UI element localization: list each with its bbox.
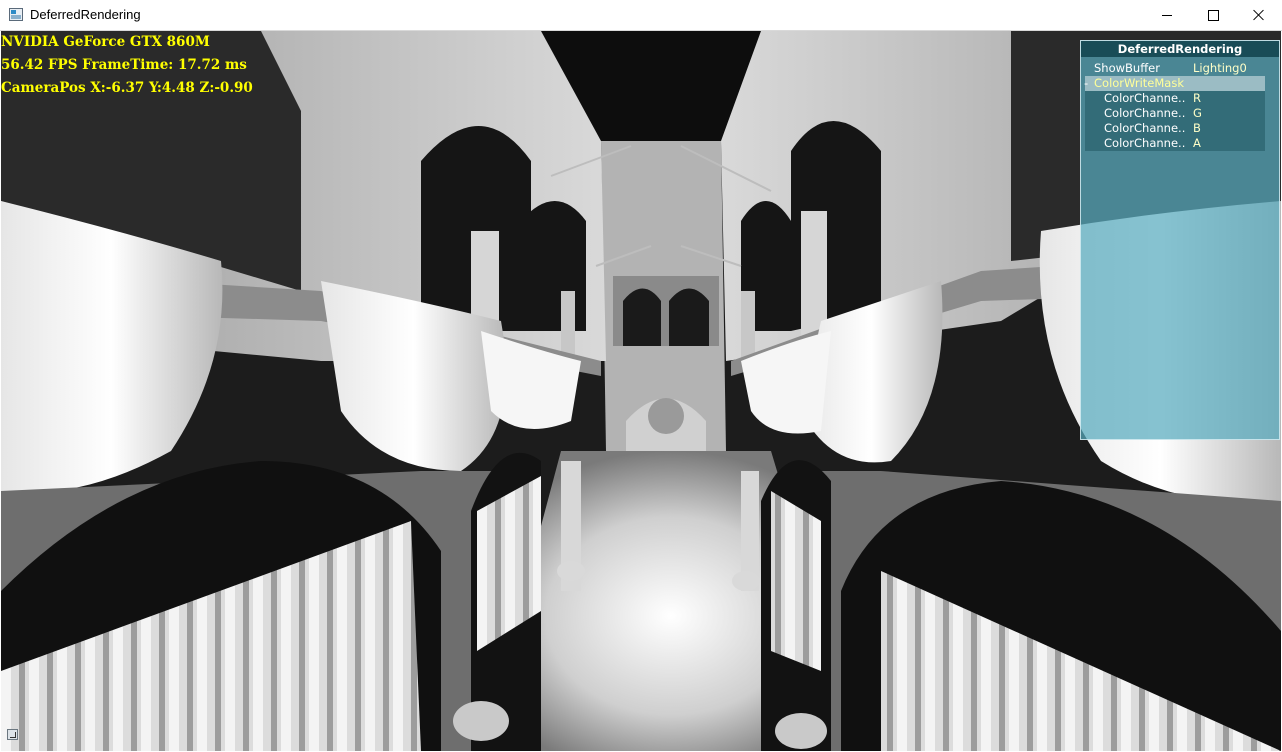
- title-bar: DeferredRendering: [0, 0, 1282, 31]
- show-buffer-label: ShowBuffer: [1094, 61, 1160, 75]
- tweak-bar-title[interactable]: DeferredRendering: [1081, 41, 1279, 57]
- color-channel-label: ColorChanne..: [1104, 91, 1186, 105]
- maximize-button[interactable]: [1190, 0, 1236, 30]
- color-channel-value[interactable]: B: [1193, 121, 1201, 136]
- maximize-icon: [1207, 9, 1219, 21]
- color-channel-label: ColorChanne..: [1104, 136, 1186, 150]
- color-channel-row[interactable]: ColorChanne.. R: [1085, 91, 1265, 106]
- gpu-name: NVIDIA GeForce GTX 860M: [1, 34, 210, 50]
- minimize-icon: [1162, 14, 1172, 16]
- color-channel-label: ColorChanne..: [1104, 106, 1186, 120]
- tweak-bar-body: ShowBuffer Lighting0 - ColorWriteMask Co…: [1084, 61, 1265, 151]
- close-icon: [1253, 9, 1265, 21]
- window-title: DeferredRendering: [30, 7, 141, 22]
- fps-frametime: 56.42 FPS FrameTime: 17.72 ms: [1, 57, 247, 73]
- show-buffer-value[interactable]: Lighting0: [1193, 61, 1247, 76]
- color-channel-row[interactable]: ColorChanne.. B: [1085, 121, 1265, 136]
- camera-position: CameraPos X:-6.37 Y:4.48 Z:-0.90: [1, 80, 253, 96]
- color-channel-value[interactable]: R: [1193, 91, 1201, 106]
- color-channel-row[interactable]: ColorChanne.. A: [1085, 136, 1265, 151]
- color-channel-value[interactable]: A: [1193, 136, 1201, 151]
- color-channel-row[interactable]: ColorChanne.. G: [1085, 106, 1265, 121]
- app-window-icon: [9, 8, 23, 21]
- color-channel-value[interactable]: G: [1193, 106, 1202, 121]
- show-buffer-row[interactable]: ShowBuffer Lighting0: [1085, 61, 1265, 76]
- stats-overlay: NVIDIA GeForce GTX 860M 56.42 FPS FrameT…: [1, 31, 253, 100]
- minimize-button[interactable]: [1144, 0, 1190, 30]
- close-button[interactable]: [1236, 0, 1282, 30]
- color-write-mask-group[interactable]: - ColorWriteMask: [1084, 76, 1265, 91]
- color-channel-label: ColorChanne..: [1104, 121, 1186, 135]
- color-write-mask-label: ColorWriteMask: [1094, 76, 1185, 90]
- resize-grip-icon[interactable]: [7, 729, 18, 740]
- tweak-bar-panel[interactable]: DeferredRendering ShowBuffer Lighting0 -…: [1080, 40, 1280, 440]
- collapse-icon[interactable]: -: [1084, 76, 1088, 91]
- render-viewport[interactable]: NVIDIA GeForce GTX 860M 56.42 FPS FrameT…: [1, 31, 1281, 751]
